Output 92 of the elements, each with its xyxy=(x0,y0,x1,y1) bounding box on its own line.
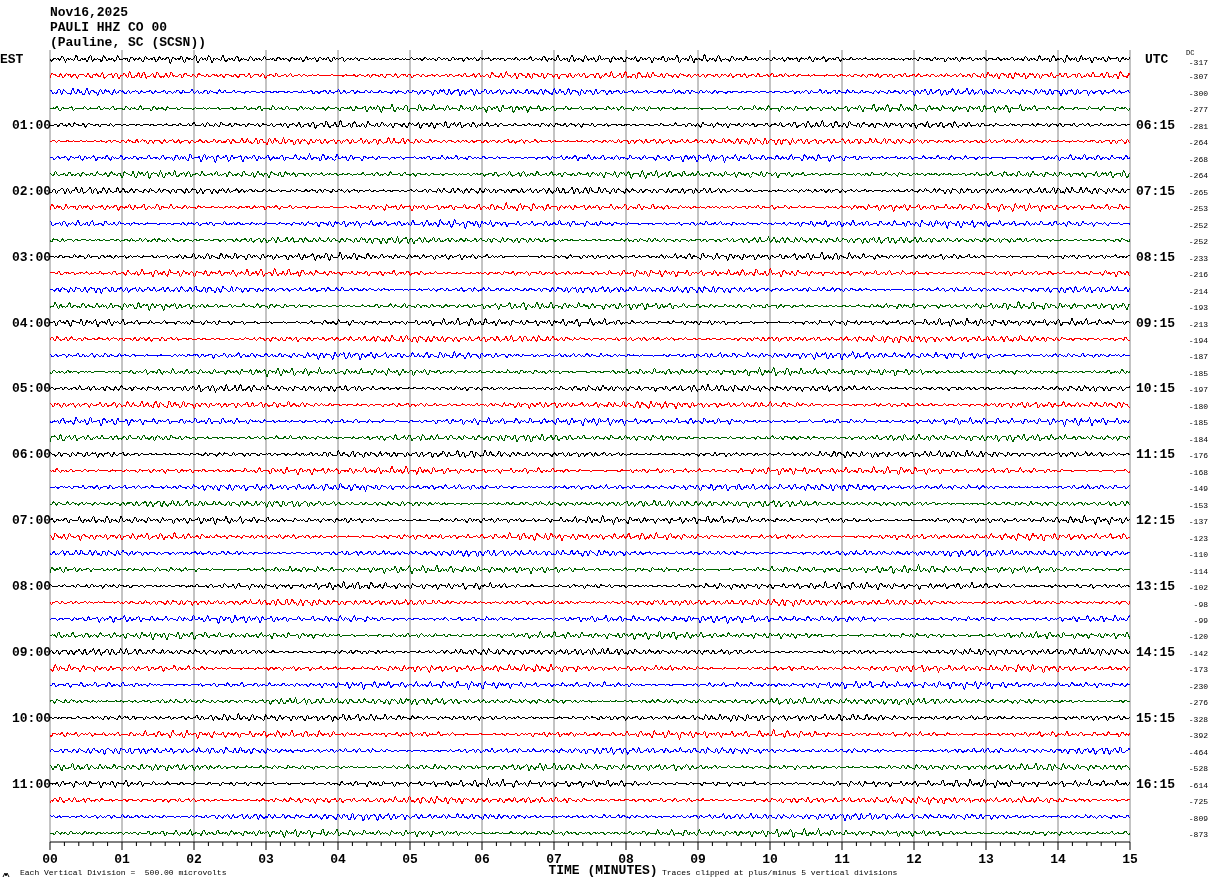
dc-offset-label: -114 xyxy=(1188,566,1208,576)
dc-offset-label: -173 xyxy=(1188,665,1208,675)
utc-label: UTC xyxy=(1145,52,1169,67)
dc-offset-label: -528 xyxy=(1188,764,1208,774)
utc-time-label: 11:15 xyxy=(1136,447,1175,463)
est-time-label: 02:00 xyxy=(12,183,51,199)
minute-tick-label: 09 xyxy=(690,852,706,867)
dc-offset-label: -187 xyxy=(1188,352,1208,362)
dc-offset-label: -214 xyxy=(1188,286,1208,296)
est-time-label: 01:00 xyxy=(12,117,51,133)
est-time-label: 10:00 xyxy=(12,710,51,726)
scale-note: Each Vertical Division = 500.00 microvolts xyxy=(20,868,227,877)
dc-offset-label: -328 xyxy=(1188,714,1208,724)
dc-offset-label: -185 xyxy=(1188,418,1208,428)
dc-offset-label: -464 xyxy=(1188,747,1208,757)
minute-tick-label: 00 xyxy=(42,852,58,867)
location-label: (Pauline, SC (SCSN)) xyxy=(50,35,207,50)
utc-time-label: 16:15 xyxy=(1136,776,1175,792)
dc-offset-label: -253 xyxy=(1188,204,1208,214)
est-time-label: 03:00 xyxy=(12,249,51,265)
dc-offset-label: -213 xyxy=(1188,319,1208,329)
minute-tick-label: 02 xyxy=(186,852,202,867)
utc-time-label: 12:15 xyxy=(1136,513,1175,529)
dc-offset-label: -110 xyxy=(1188,550,1208,560)
minute-tick-label: 04 xyxy=(330,852,346,867)
est-time-label: 04:00 xyxy=(12,315,51,331)
utc-time-label: 13:15 xyxy=(1136,579,1175,595)
minute-tick-label: 13 xyxy=(978,852,994,867)
utc-time-label: 06:15 xyxy=(1136,117,1175,133)
dc-offset-label: -317 xyxy=(1188,58,1208,67)
dc-offset-label: -265 xyxy=(1188,187,1208,197)
minute-tick-label: 06 xyxy=(474,852,490,867)
dc-offset-label: -873 xyxy=(1188,830,1208,840)
est-time-label: 09:00 xyxy=(12,644,51,660)
dc-offset-label: -137 xyxy=(1188,517,1208,527)
dc-offset-label: -120 xyxy=(1188,632,1208,642)
dc-offset-label: -176 xyxy=(1188,451,1208,461)
dc-offset-label: -184 xyxy=(1188,434,1208,444)
est-time-label: 08:00 xyxy=(12,579,51,595)
dc-offset-label: -233 xyxy=(1188,253,1208,263)
dc-offset-label: -180 xyxy=(1188,401,1208,411)
dc-offset-label: -185 xyxy=(1188,368,1208,378)
dc-offset-label: -102 xyxy=(1188,583,1208,593)
dc-offset-label: -194 xyxy=(1188,336,1208,345)
dc-offset-label: -149 xyxy=(1188,484,1208,494)
dc-offset-label: -230 xyxy=(1188,681,1208,691)
dc-offset-label: -307 xyxy=(1188,72,1208,82)
dc-offset-label: -264 xyxy=(1188,138,1208,148)
dc-offset-label: -216 xyxy=(1188,270,1208,280)
dc-offset-label: -809 xyxy=(1188,813,1208,823)
dc-offset-label: -99 xyxy=(1193,616,1208,625)
dc-offset-label: -193 xyxy=(1188,303,1208,313)
utc-time-label: 10:15 xyxy=(1136,381,1175,397)
clip-note: Traces clipped at plus/minus 5 vertical divisions xyxy=(662,868,898,877)
est-label: EST xyxy=(0,52,24,67)
minute-tick-label: 01 xyxy=(114,852,130,867)
dc-offset-label: -268 xyxy=(1188,154,1208,164)
utc-time-label: 09:15 xyxy=(1136,315,1175,331)
minute-tick-label: 11 xyxy=(834,852,850,867)
dc-offset-label: -123 xyxy=(1188,533,1208,543)
dc-offset-label: -168 xyxy=(1188,467,1208,477)
dc-offset-label: -276 xyxy=(1188,698,1208,708)
dc-offset-label: -264 xyxy=(1188,171,1208,181)
dc-offset-label: -252 xyxy=(1188,220,1208,230)
dc-offset-label: -614 xyxy=(1188,780,1208,790)
est-time-label: 05:00 xyxy=(12,381,51,397)
dc-offset-label: -277 xyxy=(1188,105,1208,115)
dc-offset-label: -725 xyxy=(1188,797,1208,807)
minute-tick-label: 05 xyxy=(402,852,418,867)
date-label: Nov16,2025 xyxy=(50,5,128,20)
minute-tick-label: 10 xyxy=(762,852,778,867)
dc-offset-label: -197 xyxy=(1188,385,1208,395)
dc-offset-label: -392 xyxy=(1188,731,1208,741)
station-label: PAULI HHZ CO 00 xyxy=(50,20,168,35)
minute-tick-label: 03 xyxy=(258,852,274,867)
est-time-label: 11:00 xyxy=(12,776,51,792)
utc-time-label: 14:15 xyxy=(1136,644,1175,660)
dc-offset-label: -98 xyxy=(1193,599,1208,609)
dc-offset-label: -300 xyxy=(1188,88,1208,98)
minute-tick-label: 14 xyxy=(1050,852,1066,867)
utc-time-label: 07:15 xyxy=(1136,183,1175,199)
est-time-label: 07:00 xyxy=(12,513,51,529)
time-axis-title: TIME (MINUTES) xyxy=(548,863,658,878)
est-time-label: 06:00 xyxy=(12,447,51,463)
dc-offset-label: -142 xyxy=(1188,648,1208,658)
minute-tick-label: 15 xyxy=(1122,852,1138,867)
dc-offset-label: -281 xyxy=(1188,121,1208,131)
dc-offset-label: -252 xyxy=(1188,237,1208,247)
dc-offset-label: -153 xyxy=(1188,500,1208,510)
minute-tick-label: 12 xyxy=(906,852,922,867)
utc-time-label: 08:15 xyxy=(1136,249,1175,265)
utc-time-label: 15:15 xyxy=(1136,710,1175,726)
